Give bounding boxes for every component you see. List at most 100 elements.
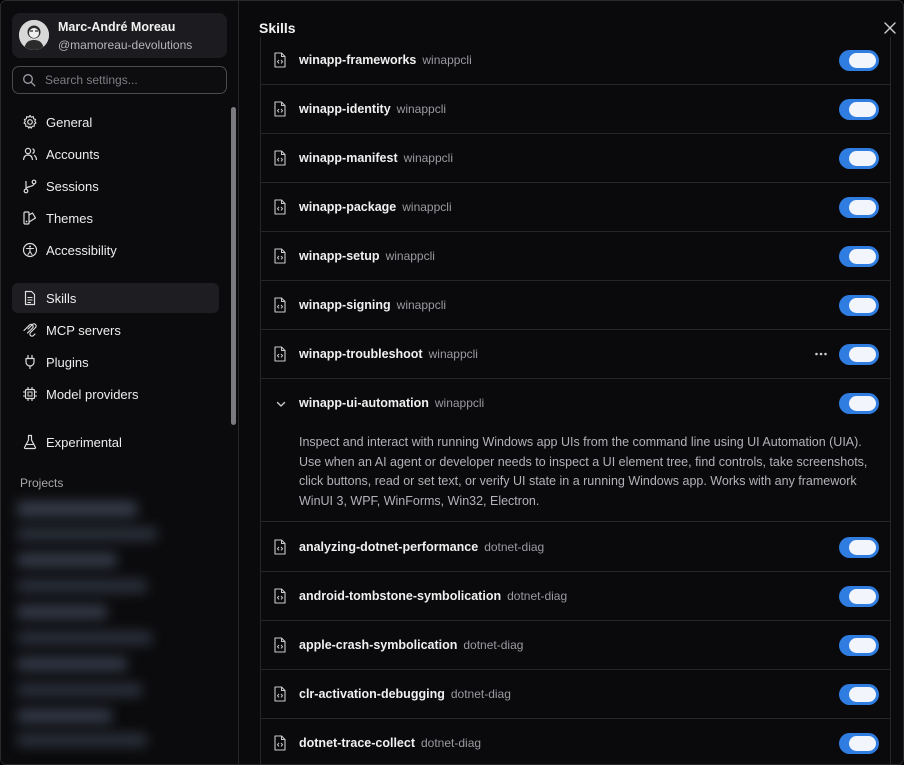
accessibility-icon: [22, 242, 38, 258]
skill-row[interactable]: winapp-manifest winappcli: [261, 134, 890, 183]
skill-source: winappcli: [428, 347, 478, 361]
nav-label: Accounts: [46, 147, 100, 162]
skill-name-text: winapp-package: [299, 200, 397, 214]
palette-icon: [23, 211, 37, 225]
nav-item-accounts[interactable]: Accounts: [12, 139, 219, 169]
file-code-icon: [273, 52, 287, 68]
file-code-icon: [273, 199, 287, 215]
skill-toggle[interactable]: [839, 295, 879, 316]
skill-name-text: winapp-identity: [299, 102, 391, 116]
nav-item-mcp-servers[interactable]: MCP servers: [12, 315, 219, 345]
skill-toggle[interactable]: [839, 537, 879, 558]
skill-source: dotnet-diag: [463, 638, 524, 652]
skill-name-text: clr-activation-debugging: [299, 687, 445, 701]
main-panel: Skills winapp-frameworks winappcli winapp-…: [240, 1, 903, 764]
search-icon: [23, 74, 36, 87]
nav-item-general[interactable]: General: [12, 107, 219, 137]
skill-name: winapp-troubleshoot winappcli: [299, 347, 478, 361]
more-options-icon[interactable]: [813, 346, 829, 362]
mcp-icon: [23, 323, 37, 337]
skill-row[interactable]: winapp-troubleshoot winappcli: [261, 330, 890, 379]
skill-toggle[interactable]: [839, 50, 879, 71]
skill-name-text: winapp-signing: [299, 298, 391, 312]
skill-name: clr-activation-debugging dotnet-diag: [299, 687, 511, 701]
skill-name: winapp-setup winappcli: [299, 249, 435, 263]
skill-row[interactable]: analyzing-dotnet-performance dotnet-diag: [261, 523, 890, 572]
skill-source: winappcli: [385, 249, 435, 263]
nav-label: Themes: [46, 211, 93, 226]
skill-toggle[interactable]: [839, 246, 879, 267]
toggle-knob: [849, 102, 876, 117]
skill-name: apple-crash-symbolication dotnet-diag: [299, 638, 523, 652]
skill-toggle[interactable]: [839, 148, 879, 169]
nav-item-skills[interactable]: Skills: [12, 283, 219, 313]
skill-toggle[interactable]: [839, 344, 879, 365]
skill-name: winapp-frameworks winappcli: [299, 53, 472, 67]
nav-item-plugins[interactable]: Plugins: [12, 347, 219, 377]
skill-toggle[interactable]: [839, 99, 879, 120]
chevron-down-icon[interactable]: [275, 397, 287, 409]
profile-name: Marc-André Moreau: [58, 20, 176, 34]
skill-description: Inspect and interact with running Window…: [299, 435, 868, 508]
skill-toggle[interactable]: [839, 197, 879, 218]
document-icon: [24, 290, 36, 306]
skill-row[interactable]: winapp-frameworks winappcli: [261, 37, 890, 85]
nav-label: Sessions: [46, 179, 99, 194]
nav-label: Plugins: [46, 355, 89, 370]
skill-toggle[interactable]: [839, 733, 879, 754]
search-box[interactable]: [12, 66, 227, 94]
profile-card[interactable]: Marc-André Moreau @mamoreau-devolutions: [12, 13, 227, 58]
skill-row[interactable]: android-tombstone-symbolication dotnet-di…: [261, 572, 890, 621]
skill-source: winappcli: [396, 298, 447, 312]
file-code-icon: [273, 248, 287, 264]
users-icon: [22, 147, 38, 161]
file-code-icon: [273, 637, 287, 653]
skill-row[interactable]: winapp-ui-automation winappcli: [261, 379, 890, 428]
skill-row[interactable]: winapp-signing winappcli: [261, 281, 890, 330]
skill-toggle[interactable]: [839, 393, 879, 414]
search-input[interactable]: [45, 70, 220, 90]
skill-toggle[interactable]: [839, 586, 879, 607]
skill-row[interactable]: winapp-setup winappcli: [261, 232, 890, 281]
skill-name-text: winapp-manifest: [299, 151, 398, 165]
nav-item-experimental[interactable]: Experimental: [12, 427, 219, 457]
file-code-icon: [273, 101, 287, 117]
skill-row[interactable]: clr-activation-debugging dotnet-diag: [261, 670, 890, 719]
nav-item-themes[interactable]: Themes: [12, 203, 219, 233]
skill-source: dotnet-diag: [421, 736, 482, 750]
skill-toggle[interactable]: [839, 635, 879, 656]
skill-source: dotnet-diag: [507, 589, 568, 603]
skill-name: winapp-ui-automation winappcli: [299, 396, 484, 410]
file-code-icon: [273, 150, 287, 166]
projects-list-blurred: [17, 497, 165, 753]
skill-name: winapp-identity winappcli: [299, 102, 446, 116]
skill-source: dotnet-diag: [450, 687, 511, 701]
toggle-knob: [849, 736, 876, 751]
skill-toggle[interactable]: [839, 684, 879, 705]
skill-row[interactable]: winapp-package winappcli: [261, 183, 890, 232]
skill-name: winapp-manifest winappcli: [299, 151, 453, 165]
skill-source: winappcli: [422, 53, 472, 67]
sidebar: Marc-André Moreau @mamoreau-devolutions …: [1, 1, 239, 764]
toggle-knob: [849, 687, 876, 702]
sidebar-scrollbar[interactable]: [231, 107, 236, 425]
skill-name-text: apple-crash-symbolication: [299, 638, 458, 652]
branch-icon: [23, 179, 37, 194]
toggle-knob: [849, 249, 876, 264]
skill-row[interactable]: apple-crash-symbolication dotnet-diag: [261, 621, 890, 670]
toggle-knob: [849, 151, 876, 166]
close-icon[interactable]: [881, 19, 899, 37]
skill-row[interactable]: winapp-identity winappcli: [261, 85, 890, 134]
settings-window: Marc-André Moreau @mamoreau-devolutions …: [0, 0, 904, 765]
file-code-icon: [273, 539, 287, 555]
nav-label: MCP servers: [46, 323, 121, 338]
nav-item-sessions[interactable]: Sessions: [12, 171, 219, 201]
file-code-icon: [273, 346, 287, 362]
skill-name-text: dotnet-trace-collect: [299, 736, 415, 750]
nav-item-accessibility[interactable]: Accessibility: [12, 235, 219, 265]
nav-item-model-providers[interactable]: Model providers: [12, 379, 219, 409]
toggle-knob: [849, 347, 876, 362]
skill-source: winappcli: [402, 200, 452, 214]
skill-row[interactable]: dotnet-trace-collect dotnet-diag: [261, 719, 890, 764]
nav-label: Model providers: [46, 387, 139, 402]
